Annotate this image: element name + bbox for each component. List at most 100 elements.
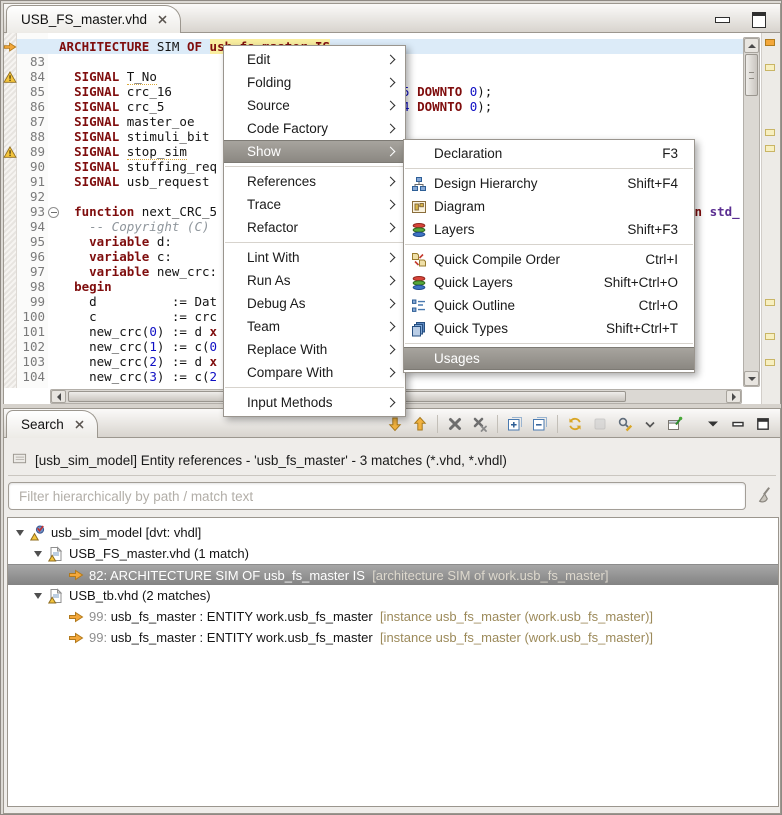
scroll-up-button[interactable] <box>744 38 759 53</box>
menu-item-lint-with[interactable]: Lint With <box>224 246 405 269</box>
menu-item-design-hierarchy[interactable]: Design Hierarchy Shift+F4 <box>404 172 694 195</box>
code-line[interactable]: variable d: <box>59 234 172 249</box>
menu-item-diagram[interactable]: Diagram <box>404 195 694 218</box>
search-tab[interactable]: Search <box>6 410 98 438</box>
overview-ruler[interactable] <box>761 33 780 404</box>
scroll-left-button[interactable] <box>51 390 66 403</box>
scroll-right-button[interactable] <box>726 390 741 403</box>
tree-row[interactable]: 82: ARCHITECTURE SIM OF usb_fs_master IS… <box>8 564 778 585</box>
maximize-button[interactable] <box>752 413 774 435</box>
tree-row[interactable]: 99: usb_fs_master : ENTITY work.usb_fs_m… <box>8 606 778 627</box>
close-icon[interactable] <box>157 14 168 25</box>
menu-item-edit[interactable]: Edit <box>224 48 405 71</box>
menu-item-replace-with[interactable]: Replace With <box>224 338 405 361</box>
minimize-button[interactable] <box>727 413 749 435</box>
menu-item-trace[interactable]: Trace <box>224 193 405 216</box>
menu-item-quick-types[interactable]: Quick Types Shift+Ctrl+T <box>404 317 694 340</box>
collapse-all-button[interactable] <box>529 413 551 435</box>
code-line[interactable]: new_crc(3) := c(2 <box>59 369 217 384</box>
menu-item-debug-as[interactable]: Debug As <box>224 292 405 315</box>
remove-all-matches-button[interactable] <box>469 413 491 435</box>
tree-row[interactable]: usb_sim_model [dvt: vhdl] <box>8 522 778 543</box>
menu-item-folding[interactable]: Folding <box>224 71 405 94</box>
menu-item-quick-compile-order[interactable]: Quick Compile Order Ctrl+I <box>404 248 694 271</box>
overview-marker[interactable] <box>765 129 775 136</box>
menu-item-hotkey: Shift+Ctrl+O <box>603 275 678 290</box>
tree-row-text: usb_fs_master : ENTITY work.usb_fs_maste… <box>110 630 377 645</box>
code-line[interactable]: SIGNAL crc_165 DOWNTO 0); <box>59 84 492 99</box>
code-line[interactable]: SIGNAL stimuli_bit <box>59 129 209 144</box>
code-line[interactable]: variable c: <box>59 249 172 264</box>
menu-separator <box>225 242 404 243</box>
expander-icon[interactable] <box>16 529 24 536</box>
menu-item-label: Code Factory <box>247 121 329 136</box>
expand-all-button[interactable] <box>504 413 526 435</box>
application-window: USB_FS_master.vhd 8283848586878889909192… <box>0 0 782 815</box>
history-chevron-button[interactable] <box>639 413 661 435</box>
view-menu-button[interactable] <box>702 413 724 435</box>
search-history-button[interactable] <box>614 413 636 435</box>
code-line[interactable]: SIGNAL stuffing_req <box>59 159 217 174</box>
menu-item-quick-outline[interactable]: Quick Outline Ctrl+O <box>404 294 694 317</box>
overview-marker[interactable] <box>765 359 775 366</box>
code-line[interactable]: new_crc(1) := c(0 <box>59 339 217 354</box>
menu-item-team[interactable]: Team <box>224 315 405 338</box>
code-line[interactable]: variable new_crc: <box>59 264 217 279</box>
vertical-scroll-thumb[interactable] <box>745 54 758 96</box>
menu-item-usages[interactable]: Usages <box>404 347 694 370</box>
menu-item-quick-layers[interactable]: Quick Layers Shift+Ctrl+O <box>404 271 694 294</box>
tree-row[interactable]: 99: usb_fs_master : ENTITY work.usb_fs_m… <box>8 627 778 648</box>
editor-tab[interactable]: USB_FS_master.vhd <box>6 5 182 33</box>
code-line[interactable]: SIGNAL master_oe <box>59 114 194 129</box>
code-line[interactable]: SIGNAL T_No <box>59 69 157 85</box>
clear-filter-icon[interactable] <box>754 486 774 506</box>
menu-item-input-methods[interactable]: Input Methods <box>224 391 405 414</box>
run-again-button[interactable] <box>564 413 586 435</box>
overview-marker[interactable] <box>765 39 775 46</box>
remove-match-button[interactable] <box>444 413 466 435</box>
menu-item-references[interactable]: References <box>224 170 405 193</box>
menu-item-show[interactable]: Show <box>224 140 405 163</box>
code-line[interactable]: new_crc(0) := d x <box>59 324 217 339</box>
code-line[interactable]: d := Dat <box>59 294 217 309</box>
tree-row[interactable]: USB_FS_master.vhd (1 match) <box>8 543 778 564</box>
code-line[interactable]: SIGNAL stop_sim <box>59 144 187 160</box>
menu-item-refactor[interactable]: Refactor <box>224 216 405 239</box>
menu-item-hotkey: Ctrl+O <box>638 298 678 313</box>
menu-item-run-as[interactable]: Run As <box>224 269 405 292</box>
minimize-button[interactable] <box>715 17 730 23</box>
maximize-button[interactable] <box>752 12 766 28</box>
menu-item-layers[interactable]: Layers Shift+F3 <box>404 218 694 241</box>
close-icon[interactable] <box>74 419 85 430</box>
menu-item-code-factory[interactable]: Code Factory <box>224 117 405 140</box>
menu-item-source[interactable]: Source <box>224 94 405 117</box>
match-arrow-icon <box>68 609 85 625</box>
filter-input[interactable] <box>8 482 746 510</box>
pin-view-button[interactable] <box>664 413 686 435</box>
tree-row[interactable]: USB_tb.vhd (2 matches) <box>8 585 778 606</box>
overview-marker[interactable] <box>765 145 775 152</box>
show-previous-match-button[interactable] <box>409 413 431 435</box>
expander-icon[interactable] <box>34 550 42 557</box>
menu-item-declaration[interactable]: Declaration F3 <box>404 142 694 165</box>
code-line[interactable]: function next_CRC_5rn std_ <box>59 204 740 219</box>
submenu-arrow-icon <box>385 275 396 285</box>
menu-item-label: Input Methods <box>247 395 333 410</box>
expander-icon[interactable] <box>34 592 42 599</box>
overview-marker[interactable] <box>765 333 775 340</box>
menu-item-label: Diagram <box>434 199 486 214</box>
overview-marker[interactable] <box>765 64 775 71</box>
menu-item-compare-with[interactable]: Compare With <box>224 361 405 384</box>
menu-item-label: Source <box>247 98 290 113</box>
scroll-down-button[interactable] <box>744 371 759 386</box>
code-line[interactable]: c := crc <box>59 309 217 324</box>
code-line[interactable]: new_crc(2) := d x <box>59 354 217 369</box>
overview-marker[interactable] <box>765 299 775 306</box>
code-line[interactable]: -- Copyright (C) <box>59 219 209 234</box>
code-line[interactable]: begin <box>59 279 112 294</box>
code-line[interactable]: SIGNAL usb_request <box>59 174 209 189</box>
vertical-scrollbar[interactable] <box>743 37 760 387</box>
search-view: Search [usb_sim_model] Entity references… <box>3 408 781 814</box>
submenu-arrow-icon <box>385 298 396 308</box>
code-line[interactable]: SIGNAL crc_54 DOWNTO 0); <box>59 99 492 114</box>
